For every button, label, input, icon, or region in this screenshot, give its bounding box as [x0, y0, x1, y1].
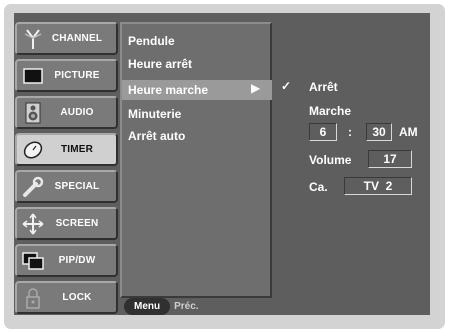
sidebar-item-timer[interactable]: TIMER	[15, 133, 118, 166]
sidebar-item-label: PIP/DW	[58, 255, 96, 266]
sidebar-item-picture[interactable]: PICTURE	[15, 59, 118, 92]
channel-label: Ca.	[309, 180, 328, 194]
timer-submenu: Pendule Heure arrêt Heure marche ▶ Minut…	[120, 22, 272, 298]
option-off[interactable]: Arrêt	[309, 80, 338, 94]
padlock-icon	[22, 287, 44, 309]
speaker-icon	[22, 102, 44, 124]
sidebar-item-label: SCREEN	[55, 218, 99, 229]
volume-field[interactable]: 17	[368, 150, 412, 168]
submenu-item-heure-marche[interactable]: Heure marche	[128, 80, 208, 100]
sidebar-item-audio[interactable]: AUDIO	[15, 96, 118, 129]
volume-label: Volume	[309, 153, 352, 167]
wrench-icon	[22, 176, 44, 198]
submenu-item-minuterie[interactable]: Minuterie	[128, 104, 181, 124]
sidebar-item-special[interactable]: SPECIAL	[15, 170, 118, 203]
submenu-item-pendule[interactable]: Pendule	[128, 31, 175, 51]
am-pm-indicator[interactable]: AM	[399, 125, 418, 139]
time-separator: :	[348, 125, 352, 139]
move-arrows-icon	[22, 213, 44, 235]
sidebar-item-label: PICTURE	[54, 70, 100, 81]
pip-icon	[22, 250, 44, 272]
minute-field[interactable]: 30	[366, 123, 392, 141]
sidebar-item-label: CHANNEL	[51, 33, 103, 44]
sidebar-item-label: SPECIAL	[54, 181, 100, 192]
antenna-icon	[22, 28, 44, 50]
checkmark-icon: ✓	[281, 79, 292, 93]
play-arrow-icon: ▶	[251, 81, 261, 95]
sidebar-item-screen[interactable]: SCREEN	[15, 207, 118, 240]
previous-label: Préc.	[174, 300, 199, 312]
sidebar-item-pip[interactable]: PIP/DW	[15, 244, 118, 277]
clock-icon	[22, 139, 44, 161]
sidebar-item-label: LOCK	[62, 292, 92, 303]
sidebar-item-label: TIMER	[60, 144, 94, 155]
submenu-item-arret-auto[interactable]: Arrêt auto	[128, 126, 185, 146]
option-on[interactable]: Marche	[309, 104, 351, 118]
options-panel: ✓ Arrêt Marche 6 : 30 AM Volume 17 Ca. T…	[273, 22, 430, 315]
hour-field[interactable]: 6	[309, 123, 337, 141]
submenu-item-heure-arret[interactable]: Heure arrêt	[128, 54, 192, 74]
channel-field[interactable]: TV 2	[344, 177, 412, 195]
sidebar-item-label: AUDIO	[60, 107, 94, 118]
sidebar-item-lock[interactable]: LOCK	[15, 281, 118, 314]
tv-screen-icon	[22, 65, 44, 87]
menu-button[interactable]: Menu	[124, 297, 171, 315]
sidebar-item-channel[interactable]: CHANNEL	[15, 22, 118, 55]
footer-nav: Menu Préc.	[120, 296, 272, 316]
